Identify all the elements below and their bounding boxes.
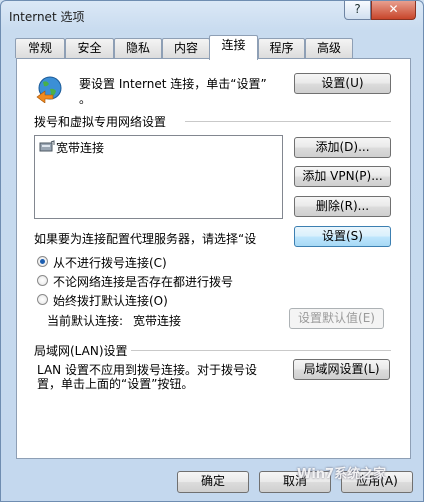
- tab-general[interactable]: 常规: [15, 38, 65, 58]
- radio-always-dial-label[interactable]: 始终拨打默认连接(O): [53, 292, 168, 309]
- current-default-value: 宽带连接: [133, 314, 182, 328]
- help-button[interactable]: ?: [344, 1, 371, 20]
- radio-never-dial[interactable]: [37, 256, 48, 267]
- tab-security[interactable]: 安全: [65, 38, 114, 58]
- connections-panel: 要设置 Internet 连接，单击“设置” 。 设置(U) 拨号和虚拟专用网络…: [16, 58, 411, 459]
- connection-name: 宽带连接: [56, 141, 105, 155]
- lan-divider: [131, 350, 391, 351]
- connection-settings-button[interactable]: 设置(S): [294, 226, 391, 247]
- radio-dial-whenever-label[interactable]: 不论网络连接是否存在都进行拨号: [53, 273, 233, 290]
- lan-settings-button[interactable]: 局域网设置(L): [293, 359, 390, 380]
- ok-button[interactable]: 确定: [177, 471, 249, 493]
- current-default-label: 当前默认连接:: [47, 314, 124, 328]
- connections-listbox[interactable]: 宽带连接: [34, 135, 283, 219]
- tab-privacy[interactable]: 隐私: [114, 38, 162, 58]
- setup-description: 要设置 Internet 连接，单击“设置”: [79, 77, 267, 91]
- setup-button[interactable]: 设置(U): [294, 73, 391, 94]
- watermark-text: Win7系统之家: [297, 467, 387, 482]
- proxy-description: 如果要为连接配置代理服务器，请选择“设: [34, 232, 257, 246]
- lan-section-heading: 局域网(LAN)设置: [34, 344, 128, 358]
- radio-never-dial-label[interactable]: 从不进行拨号连接(C): [53, 254, 167, 271]
- title-bar[interactable]: Internet 选项 ? ✕: [1, 1, 423, 31]
- remove-button[interactable]: 删除(R)...: [294, 196, 391, 217]
- internet-options-window: Internet 选项 ? ✕ 常规 安全 隐私 内容 连接 程序 高级 要设置…: [0, 0, 424, 502]
- tab-connections[interactable]: 连接: [209, 35, 258, 60]
- radio-dial-whenever[interactable]: [37, 275, 48, 286]
- globe-network-icon: [36, 76, 62, 103]
- add-vpn-button[interactable]: 添加 VPN(P)...: [294, 166, 391, 187]
- tab-programs[interactable]: 程序: [258, 38, 305, 58]
- close-button[interactable]: ✕: [371, 1, 416, 20]
- setup-description-cont: 。: [79, 92, 92, 106]
- tab-advanced[interactable]: 高级: [305, 38, 353, 58]
- radio-always-dial[interactable]: [37, 294, 48, 305]
- lan-description-cont: 置，单击上面的“设置”按钮。: [37, 377, 194, 391]
- set-default-button[interactable]: 设置默认值(E): [289, 308, 384, 329]
- tab-content[interactable]: 内容: [162, 38, 210, 58]
- window-title: Internet 选项: [9, 10, 85, 24]
- broadband-connection-icon: [39, 140, 55, 152]
- dialup-divider: [185, 121, 391, 122]
- add-button[interactable]: 添加(D)...: [294, 137, 391, 158]
- dialup-section-heading: 拨号和虚拟专用网络设置: [34, 115, 167, 129]
